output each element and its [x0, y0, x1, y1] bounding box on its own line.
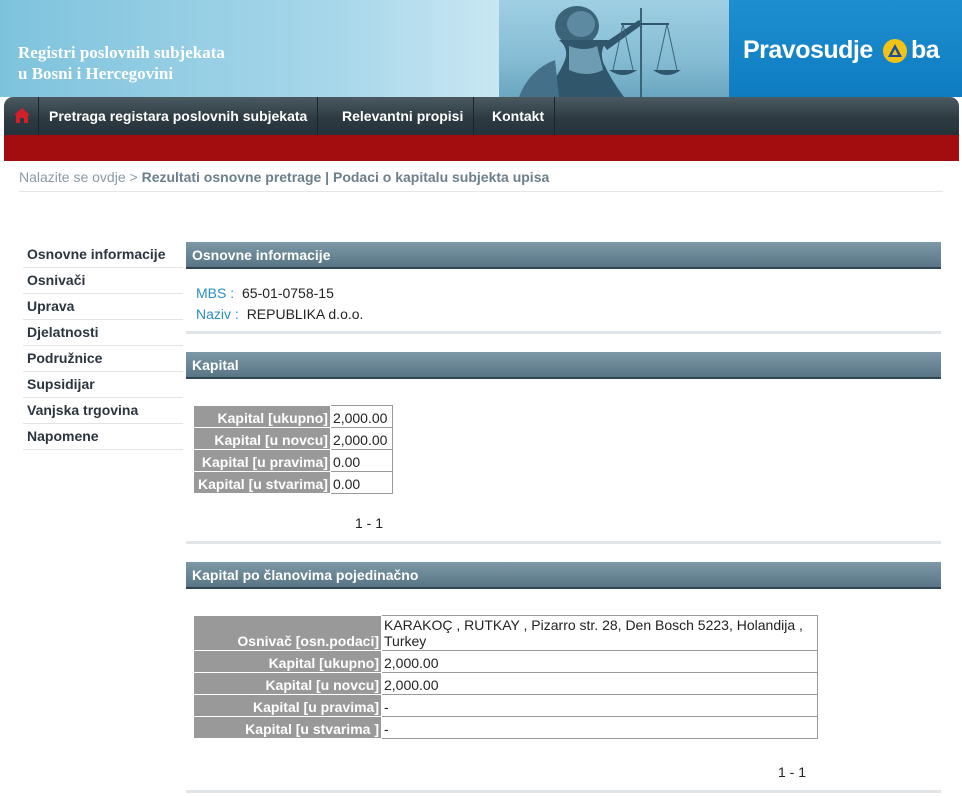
site-title[interactable]: Registri poslovnih subjekata u Bosni i H… [18, 42, 225, 84]
pravosudje-logo[interactable]: Pravosudje ba [729, 0, 962, 97]
mbs-label: MBS : [196, 285, 235, 301]
table-row: Kapital [u novcu] 2,000.00 [193, 427, 393, 450]
home-icon [14, 108, 30, 123]
breadcrumb-path[interactable]: Rezultati osnovne pretrage | Podaci o ka… [142, 169, 550, 185]
sidebar: Osnovne informacije Osnivači Uprava Djel… [23, 242, 183, 450]
breadcrumb-prefix: Nalazite se ovdje > [19, 169, 138, 185]
kapital-label: Kapital [u novcu] [193, 427, 331, 450]
section-header-kapital: Kapital [186, 352, 941, 379]
table-row: Kapital [u novcu] 2,000.00 [193, 672, 818, 695]
sidebar-item-podruznice[interactable]: Podružnice [23, 346, 183, 372]
nav-kontakt[interactable]: Kontakt [482, 97, 556, 135]
site-header: Registri poslovnih subjekata u Bosni i H… [0, 0, 962, 97]
logo-badge-icon [883, 39, 907, 63]
justice-statue-image [499, 0, 729, 97]
sidebar-item-supsidijar[interactable]: Supsidijar [23, 372, 183, 398]
section-header-clanovi: Kapital po članovima pojedinačno [186, 562, 941, 589]
sidebar-item-djelatnosti[interactable]: Djelatnosti [23, 320, 183, 346]
kapital-value: 0.00 [329, 449, 393, 472]
clanovi-value: 2,000.00 [381, 650, 818, 673]
kapital-label: Kapital [ukupno] [193, 405, 331, 428]
table-row: Kapital [u stvarima] 0.00 [193, 471, 393, 494]
naziv-row: Naziv : REPUBLIKA d.o.o. [196, 306, 363, 322]
table-row: Kapital [u stvarima ] - [193, 716, 818, 739]
breadcrumb: Nalazite se ovdje > Rezultati osnovne pr… [19, 169, 549, 185]
logo-text: Pravosudje [743, 36, 873, 64]
clanovi-label: Kapital [ukupno] [193, 650, 382, 673]
kapital-value: 2,000.00 [329, 427, 393, 450]
table-row: Kapital [ukupno] 2,000.00 [193, 405, 393, 428]
nav-propisi[interactable]: Relevantni propisi [332, 97, 475, 135]
section-header-osnovne: Osnovne informacije [186, 242, 941, 269]
kapital-value: 0.00 [329, 471, 393, 494]
clanovi-value: KARAKOÇ , RUTKAY , Pizarro str. 28, Den … [381, 615, 818, 651]
naziv-label: Naziv : [196, 306, 239, 322]
mbs-value: 65-01-0758-15 [242, 285, 334, 301]
clanovi-value: 2,000.00 [381, 672, 818, 695]
mbs-row: MBS : 65-01-0758-15 [196, 285, 334, 301]
clanovi-value: - [381, 716, 818, 739]
clanovi-pager[interactable]: 1 - 1 [778, 764, 806, 780]
main-nav: Pretraga registara poslovnih subjekata R… [4, 97, 959, 135]
kapital-label: Kapital [u stvarima] [193, 471, 331, 494]
red-bar [4, 135, 959, 161]
clanovi-label: Osnivač [osn.podaci] [193, 615, 382, 651]
sidebar-item-osnovne[interactable]: Osnovne informacije [23, 242, 183, 268]
section-divider [186, 331, 941, 334]
site-title-line1: Registri poslovnih subjekata [18, 43, 225, 62]
clanovi-label: Kapital [u novcu] [193, 672, 382, 695]
site-title-line2: u Bosni i Hercegovini [18, 64, 174, 83]
sidebar-item-uprava[interactable]: Uprava [23, 294, 183, 320]
clanovi-value: - [381, 694, 818, 717]
logo-suffix: ba [911, 36, 940, 64]
breadcrumb-divider [19, 191, 943, 192]
kapital-label: Kapital [u pravima] [193, 449, 331, 472]
kapital-table: Kapital [ukupno] 2,000.00 Kapital [u nov… [193, 405, 393, 494]
kapital-value: 2,000.00 [329, 405, 393, 428]
naziv-value: REPUBLIKA d.o.o. [246, 306, 364, 322]
table-row: Kapital [u pravima] - [193, 694, 818, 717]
clanovi-table: Osnivač [osn.podaci] KARAKOÇ , RUTKAY , … [193, 615, 818, 739]
section-divider [186, 790, 941, 793]
table-row: Kapital [u pravima] 0.00 [193, 449, 393, 472]
table-row: Osnivač [osn.podaci] KARAKOÇ , RUTKAY , … [193, 615, 818, 651]
kapital-pager[interactable]: 1 - 1 [355, 515, 383, 531]
clanovi-label: Kapital [u pravima] [193, 694, 382, 717]
sidebar-item-vanjska-trgovina[interactable]: Vanjska trgovina [23, 398, 183, 424]
table-row: Kapital [ukupno] 2,000.00 [193, 650, 818, 673]
nav-home[interactable] [4, 97, 39, 135]
section-divider [186, 541, 941, 544]
sidebar-item-napomene[interactable]: Napomene [23, 424, 183, 450]
sidebar-item-osnivaci[interactable]: Osnivači [23, 268, 183, 294]
clanovi-label: Kapital [u stvarima ] [193, 716, 382, 739]
nav-pretraga[interactable]: Pretraga registara poslovnih subjekata [39, 97, 319, 135]
